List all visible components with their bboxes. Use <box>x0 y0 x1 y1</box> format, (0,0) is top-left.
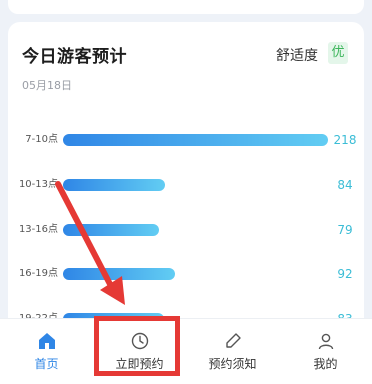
visitor-forecast-card: 今日游客预计 舒适度 优 05月18日 7-10点 218 10-13点 84 … <box>8 22 364 352</box>
visitor-count: 84 <box>337 178 353 192</box>
home-icon <box>0 331 93 353</box>
user-icon <box>279 331 372 353</box>
visitor-bar <box>63 268 175 280</box>
bar-track <box>63 134 328 146</box>
highlight-box <box>94 316 180 376</box>
tab-label: 我的 <box>313 357 338 371</box>
forecast-row: 7-10点 218 <box>8 132 364 148</box>
forecast-row: 16-19点 92 <box>8 266 364 282</box>
visitor-count: 79 <box>337 223 353 237</box>
tab-label: 预约须知 <box>208 357 257 371</box>
comfort-badge: 优 <box>328 42 348 64</box>
visitor-bar <box>63 179 165 191</box>
tab-booking-notice[interactable]: 预约须知 <box>186 319 279 384</box>
bar-track <box>63 179 328 191</box>
time-slot-label: 10-13点 <box>18 179 58 190</box>
bar-track <box>63 268 328 280</box>
time-slot-label: 13-16点 <box>18 224 58 235</box>
visitor-count: 218 <box>333 133 357 147</box>
forecast-date: 05月18日 <box>22 79 72 92</box>
forecast-row: 10-13点 84 <box>8 177 364 193</box>
forecast-row: 13-16点 79 <box>8 222 364 238</box>
tab-mine[interactable]: 我的 <box>279 319 372 384</box>
tab-home[interactable]: 首页 <box>0 319 93 384</box>
visitor-bar <box>63 224 159 236</box>
comfort-label: 舒适度 <box>276 48 318 64</box>
visitor-bar <box>63 134 328 146</box>
tab-label: 首页 <box>34 357 59 371</box>
time-slot-label: 7-10点 <box>25 134 58 145</box>
bar-track <box>63 224 328 236</box>
pencil-icon <box>186 331 279 353</box>
top-card <box>8 0 364 14</box>
visitor-count: 92 <box>337 267 353 281</box>
bottom-tab-bar: 首页 立即预约 预约须知 我的 <box>0 318 372 384</box>
time-slot-label: 16-19点 <box>18 268 58 279</box>
forecast-title: 今日游客预计 <box>22 47 127 67</box>
